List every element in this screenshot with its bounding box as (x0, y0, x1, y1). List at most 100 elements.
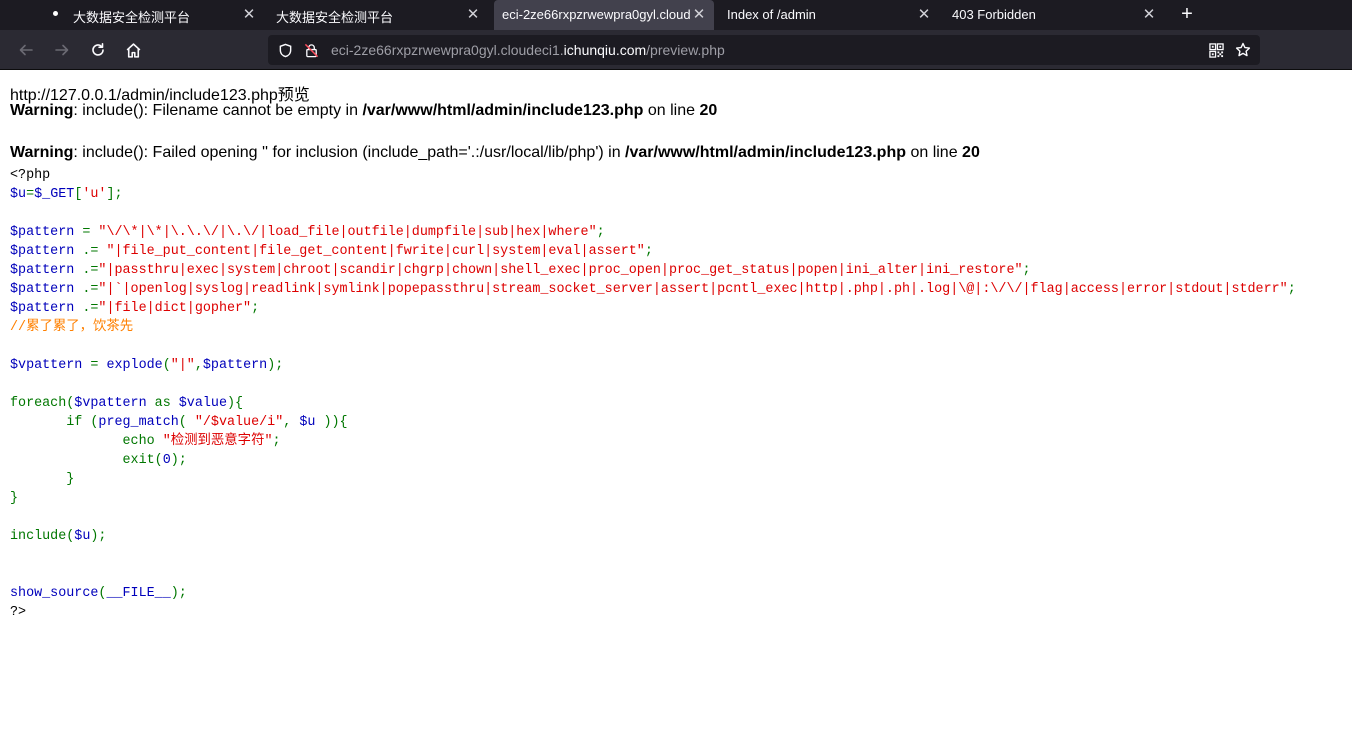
page-content: http://127.0.0.1/admin/include123.php预览 … (0, 71, 1352, 746)
code-token: $pattern (10, 244, 83, 259)
code-line: } (10, 470, 1296, 489)
code-token: as (154, 396, 179, 411)
code-line: if (preg_match( "/$value/i", $u )){ (10, 413, 1296, 432)
tab-4[interactable]: Index of /admin ✕ (717, 0, 939, 30)
url-path: /preview.php (646, 42, 725, 58)
code-token: $vpattern (74, 396, 155, 411)
url-subdomain: eci-2ze66rxpzrwewpra0gyl.cloudeci1. (331, 42, 564, 58)
tab-title: 403 Forbidden (952, 7, 1036, 22)
tab-3-active[interactable]: eci-2ze66rxpzrwewpra0gyl.cloudeci1.ichun… (494, 0, 714, 30)
nav-toolbar: eci-2ze66rxpzrwewpra0gyl.cloudeci1.ichun… (0, 30, 1352, 70)
code-token: 0 (162, 453, 171, 468)
code-token: exit( (122, 453, 163, 468)
warning-label: Warning (10, 102, 74, 119)
code-line: echo "检测到恶意字符"; (10, 432, 1296, 451)
code-token: , (283, 415, 300, 430)
code-token: include( (10, 529, 75, 544)
warning-path: /var/www/html/admin/include123.php (362, 102, 644, 119)
code-token: ?> (10, 605, 27, 620)
tab-5[interactable]: 403 Forbidden ✕ (942, 0, 1164, 30)
bookmark-star-icon[interactable] (1235, 42, 1251, 58)
code-line: exit(0); (10, 451, 1296, 470)
code-token: $pattern (10, 225, 83, 240)
code-line: } (10, 489, 1296, 508)
code-token: ; (644, 244, 653, 259)
tab-2[interactable]: 大数据安全检测平台 ✕ (265, 0, 491, 30)
code-line: foreach($vpattern as $value){ (10, 394, 1296, 413)
code-token: .= (82, 244, 107, 259)
code-token: $u (10, 187, 27, 202)
tab-title: Index of /admin (727, 7, 816, 22)
code-line: show_source(__FILE__); (10, 584, 1296, 603)
warning-line-no: 20 (699, 102, 718, 119)
code-token: "|file|dict|gopher" (98, 301, 252, 316)
code-token: preg_match (98, 415, 179, 430)
code-token: "|file_put_content|file_get_content|fwri… (106, 244, 645, 259)
code-token: show_source (10, 586, 99, 601)
new-tab-button[interactable]: + (1176, 0, 1198, 30)
code-token: ; (272, 434, 281, 449)
forward-button[interactable] (50, 38, 74, 62)
qr-code-icon[interactable] (1208, 42, 1224, 58)
tab-close-icon[interactable]: ✕ (465, 7, 481, 23)
tab-1[interactable]: 大数据安全检测平台 ✕ (0, 0, 265, 30)
code-token: //累了累了，饮茶先 (10, 320, 134, 335)
code-token: "检测到恶意字符" (162, 434, 273, 449)
code-token: ; (596, 225, 605, 240)
reload-icon (92, 43, 104, 56)
insecure-lock-icon[interactable] (303, 42, 319, 58)
code-token: .= (82, 263, 99, 278)
code-token: .= (82, 282, 99, 297)
code-token: ); (170, 586, 187, 601)
code-token: $u (299, 415, 324, 430)
warning-on-line: on line (643, 102, 700, 119)
tab-close-icon[interactable]: ✕ (241, 7, 257, 23)
url-text[interactable]: eci-2ze66rxpzrwewpra0gyl.cloudeci1.ichun… (331, 42, 725, 58)
url-domain: ichunqiu.com (563, 42, 647, 58)
code-line: $u=$_GET['u']; (10, 185, 1296, 204)
code-token: "\/\*|\*|\.\.\/|\.\/|load_file|outfile|d… (98, 225, 597, 240)
php-source-code: <?php $u=$_GET['u']; $pattern = "\/\*|\*|\… (10, 166, 1296, 622)
code-line: $pattern .="|`|openlog|syslog|readlink|s… (10, 280, 1296, 299)
code-token: <?php (10, 168, 51, 183)
reload-button[interactable] (86, 38, 110, 62)
tab-title: 大数据安全检测平台 (276, 10, 394, 25)
warning-path: /var/www/html/admin/include123.php (625, 144, 906, 161)
home-icon (126, 42, 140, 58)
tab-close-icon[interactable]: ✕ (1141, 7, 1157, 23)
warning-message: : include(): Failed opening '' for inclu… (73, 144, 626, 161)
code-token: } (10, 491, 19, 506)
tab-title: 大数据安全检测平台 (73, 10, 191, 25)
code-token: 'u' (82, 187, 107, 202)
code-line: $pattern .="|file|dict|gopher"; (10, 299, 1296, 318)
code-token: foreach( (10, 396, 75, 411)
code-token: echo (122, 434, 163, 449)
tab-unread-dot (53, 11, 58, 16)
code-token: , (194, 358, 203, 373)
code-token: ( (162, 358, 171, 373)
code-token: ); (267, 358, 284, 373)
code-token: ; (251, 301, 260, 316)
code-line: include($u); (10, 527, 1296, 546)
code-token: ( (178, 415, 195, 430)
address-bar[interactable]: eci-2ze66rxpzrwewpra0gyl.cloudeci1.ichun… (268, 35, 1260, 65)
code-token: } (66, 472, 75, 487)
code-line: $vpattern = explode("|",$pattern); (10, 356, 1296, 375)
code-line: $pattern .="|passthru|exec|system|chroot… (10, 261, 1296, 280)
tab-close-icon[interactable]: ✕ (691, 7, 707, 23)
home-button[interactable] (121, 38, 145, 62)
code-token: ); (170, 453, 187, 468)
tracking-protection-icon[interactable] (277, 42, 293, 58)
tab-title: eci-2ze66rxpzrwewpra0gyl.cloudeci1.ichun… (502, 7, 690, 22)
back-button[interactable] (14, 38, 38, 62)
warning-line-2: Warning: include(): Failed opening '' fo… (10, 144, 980, 162)
code-token: ); (90, 529, 107, 544)
tab-close-icon[interactable]: ✕ (916, 7, 932, 23)
code-token: "|" (170, 358, 195, 373)
